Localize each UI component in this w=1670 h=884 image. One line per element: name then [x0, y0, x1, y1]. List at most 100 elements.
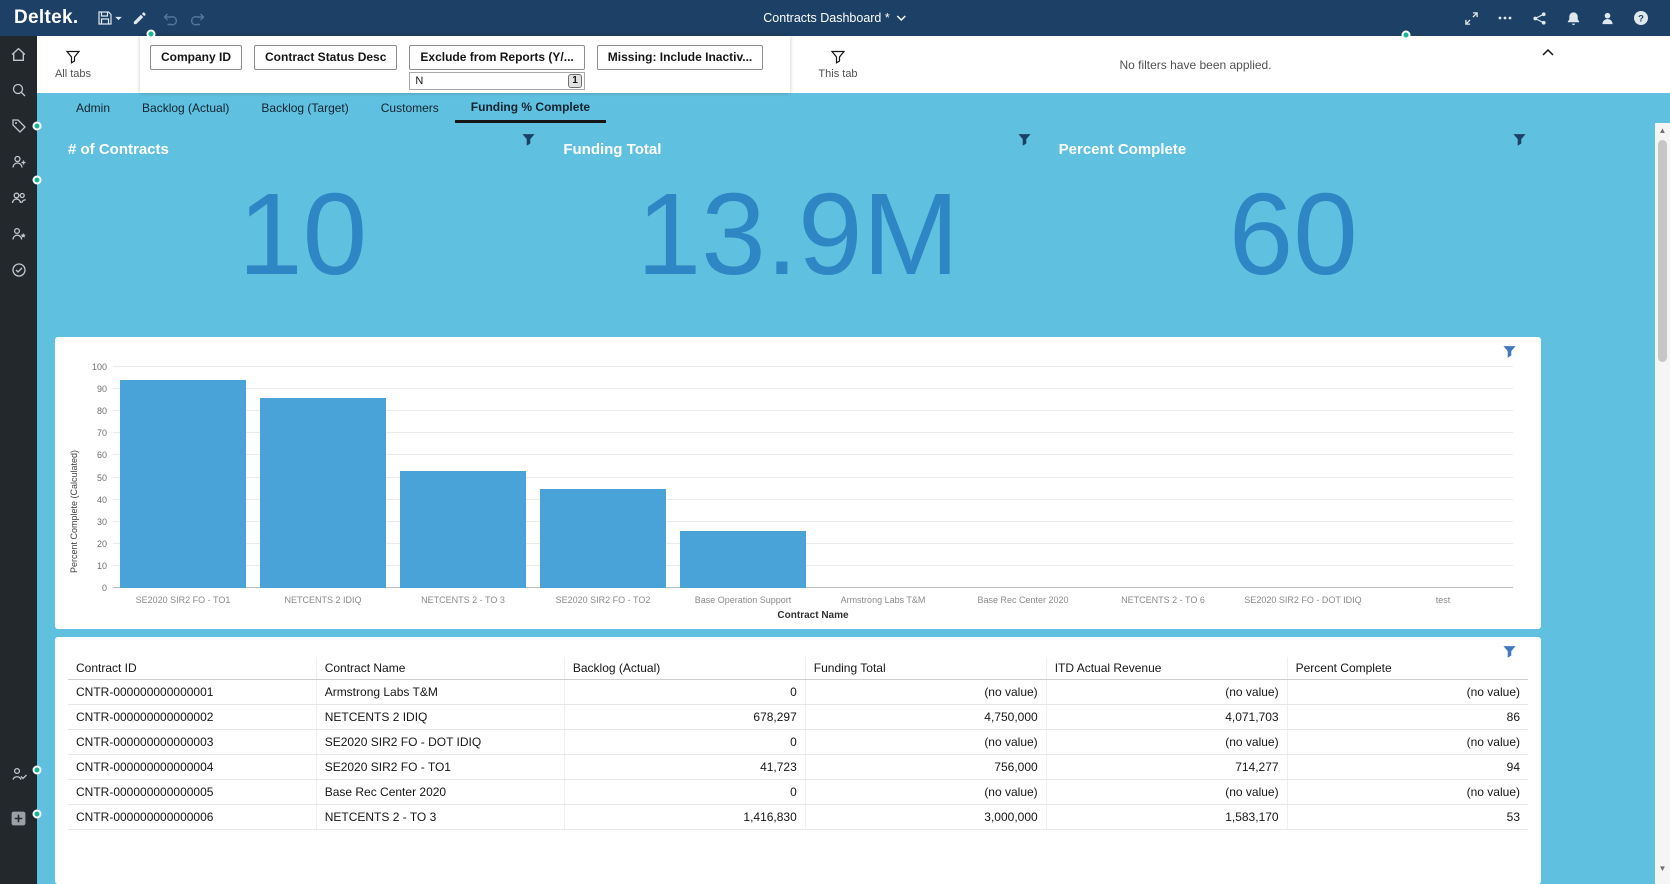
user-star-icon — [11, 226, 27, 242]
table-cell: CNTR-000000000000005 — [68, 780, 316, 805]
pencil-icon — [132, 11, 147, 26]
scroll-up-arrow[interactable]: ▲ — [1655, 123, 1670, 138]
home-icon — [10, 46, 27, 63]
sidebar-bottom — [0, 756, 37, 836]
table-cell: 41,723 — [564, 755, 805, 780]
groups-button[interactable] — [0, 180, 37, 216]
column-header[interactable]: Contract ID — [68, 657, 316, 680]
search-icon — [11, 82, 27, 98]
contracts-table-card: Contract IDContract NameBacklog (Actual)… — [55, 637, 1541, 884]
bar-slot — [393, 367, 533, 588]
table-row[interactable]: CNTR-000000000000005Base Rec Center 2020… — [68, 780, 1528, 805]
tab-bar: AdminBacklog (Actual)Backlog (Target)Cus… — [37, 93, 1670, 123]
tab-backlog-actual-[interactable]: Backlog (Actual) — [126, 93, 245, 123]
kpi-card: Funding Total13.9M — [550, 123, 1045, 331]
x-axis-labels: SE2020 SIR2 FO - TO1NETCENTS 2 IDIQNETCE… — [113, 595, 1513, 605]
undo-icon — [161, 10, 177, 26]
x-axis-tick-label: NETCENTS 2 - TO 3 — [393, 595, 533, 605]
approvals-button[interactable] — [0, 252, 37, 288]
filter-chip[interactable]: Company ID — [150, 45, 242, 70]
table-row[interactable]: CNTR-000000000000001Armstrong Labs T&M0(… — [68, 680, 1528, 705]
edit-button[interactable] — [124, 0, 154, 36]
add-button[interactable] — [0, 800, 37, 836]
kpi-row: # of Contracts10Funding Total13.9MPercen… — [55, 123, 1541, 331]
undo-button[interactable] — [154, 0, 184, 36]
more-options-button[interactable] — [1488, 0, 1522, 36]
bar[interactable] — [540, 489, 666, 588]
tab-admin[interactable]: Admin — [60, 93, 126, 123]
table-cell: CNTR-000000000000004 — [68, 755, 316, 780]
filter-chip-input[interactable]: N1 — [409, 72, 584, 90]
topbar: Deltek. Contracts Dashboard * ? — [0, 0, 1670, 36]
table-cell: 4,750,000 — [805, 705, 1046, 730]
filter-chip[interactable]: Exclude from Reports (Y/... — [409, 45, 584, 70]
column-header[interactable]: ITD Actual Revenue — [1046, 657, 1287, 680]
dashboard-title-dropdown[interactable]: Contracts Dashboard * — [763, 0, 906, 36]
favorite-users-button[interactable] — [0, 216, 37, 252]
person-icon — [1600, 11, 1615, 26]
y-tick-label: 80 — [77, 406, 107, 416]
filter-chip-input-value: N — [415, 75, 423, 87]
fullscreen-button[interactable] — [1454, 0, 1488, 36]
table-cell: 1,416,830 — [564, 805, 805, 830]
redo-button[interactable] — [184, 0, 214, 36]
column-header[interactable]: Contract Name — [316, 657, 564, 680]
bar[interactable] — [260, 398, 386, 588]
bar[interactable] — [400, 471, 526, 588]
tab-backlog-target-[interactable]: Backlog (Target) — [245, 93, 364, 123]
user-check-button[interactable] — [0, 756, 37, 792]
filter-chip-group: Company ID — [150, 45, 242, 70]
topbar-actions: ? — [1454, 0, 1670, 36]
search-button[interactable] — [0, 72, 37, 108]
tab-customers[interactable]: Customers — [365, 93, 455, 123]
column-header[interactable]: Percent Complete — [1287, 657, 1528, 680]
chevron-down-icon — [897, 15, 907, 21]
notifications-button[interactable] — [1556, 0, 1590, 36]
home-button[interactable] — [0, 36, 37, 72]
column-header[interactable]: Backlog (Actual) — [564, 657, 805, 680]
tab-funding-complete[interactable]: Funding % Complete — [455, 93, 606, 123]
chart-filter-button[interactable] — [1502, 344, 1517, 359]
table-cell: 0 — [564, 780, 805, 805]
kpi-filter-button[interactable] — [1017, 132, 1032, 147]
ellipsis-icon — [1497, 10, 1513, 26]
vertical-scrollbar[interactable]: ▲ ▼ — [1655, 123, 1670, 884]
table-cell: 0 — [564, 680, 805, 705]
bar-slot — [253, 367, 393, 588]
all-tabs-filter-button[interactable]: All tabs — [37, 36, 109, 93]
filter-bar: All tabs Company ID Contract Status Desc E… — [37, 36, 1670, 93]
table-cell: 1,583,170 — [1046, 805, 1287, 830]
kpi-filter-button[interactable] — [521, 132, 536, 147]
table-row[interactable]: CNTR-000000000000006NETCENTS 2 - TO 31,4… — [68, 805, 1528, 830]
x-axis-tick-label: Armstrong Labs T&M — [813, 595, 953, 605]
tag-button[interactable] — [0, 108, 37, 144]
account-button[interactable] — [1590, 0, 1624, 36]
y-tick-label: 20 — [77, 539, 107, 549]
scrollbar-thumb[interactable] — [1658, 140, 1667, 362]
help-button[interactable]: ? — [1624, 0, 1658, 36]
save-button[interactable] — [94, 0, 124, 36]
column-header[interactable]: Funding Total — [805, 657, 1046, 680]
table-filter-button[interactable] — [1502, 644, 1517, 659]
table-row[interactable]: CNTR-000000000000002NETCENTS 2 IDIQ678,2… — [68, 705, 1528, 730]
table-cell: 4,071,703 — [1046, 705, 1287, 730]
filter-chip[interactable]: Contract Status Desc — [254, 45, 397, 70]
table-row[interactable]: CNTR-000000000000003SE2020 SIR2 FO - DOT… — [68, 730, 1528, 755]
bar[interactable] — [680, 531, 806, 588]
table-cell: CNTR-000000000000003 — [68, 730, 316, 755]
kpi-filter-button[interactable] — [1512, 132, 1527, 147]
this-tab-filter-button[interactable]: This tab — [802, 36, 874, 93]
table-row[interactable]: CNTR-000000000000004SE2020 SIR2 FO - TO1… — [68, 755, 1528, 780]
bar-slot — [1373, 367, 1513, 588]
scroll-down-arrow[interactable]: ▼ — [1655, 861, 1670, 876]
collapse-filter-bar-button[interactable] — [1538, 42, 1558, 62]
table-body: CNTR-000000000000001Armstrong Labs T&M0(… — [68, 680, 1528, 830]
add-user-button[interactable] — [0, 144, 37, 180]
bar-slot — [113, 367, 253, 588]
bar[interactable] — [120, 380, 246, 588]
table-cell: (no value) — [1046, 780, 1287, 805]
filter-chip[interactable]: Missing: Include Inactiv... — [597, 45, 763, 70]
share-button[interactable] — [1522, 0, 1556, 36]
y-tick-label: 50 — [77, 473, 107, 483]
redo-icon — [191, 10, 207, 26]
